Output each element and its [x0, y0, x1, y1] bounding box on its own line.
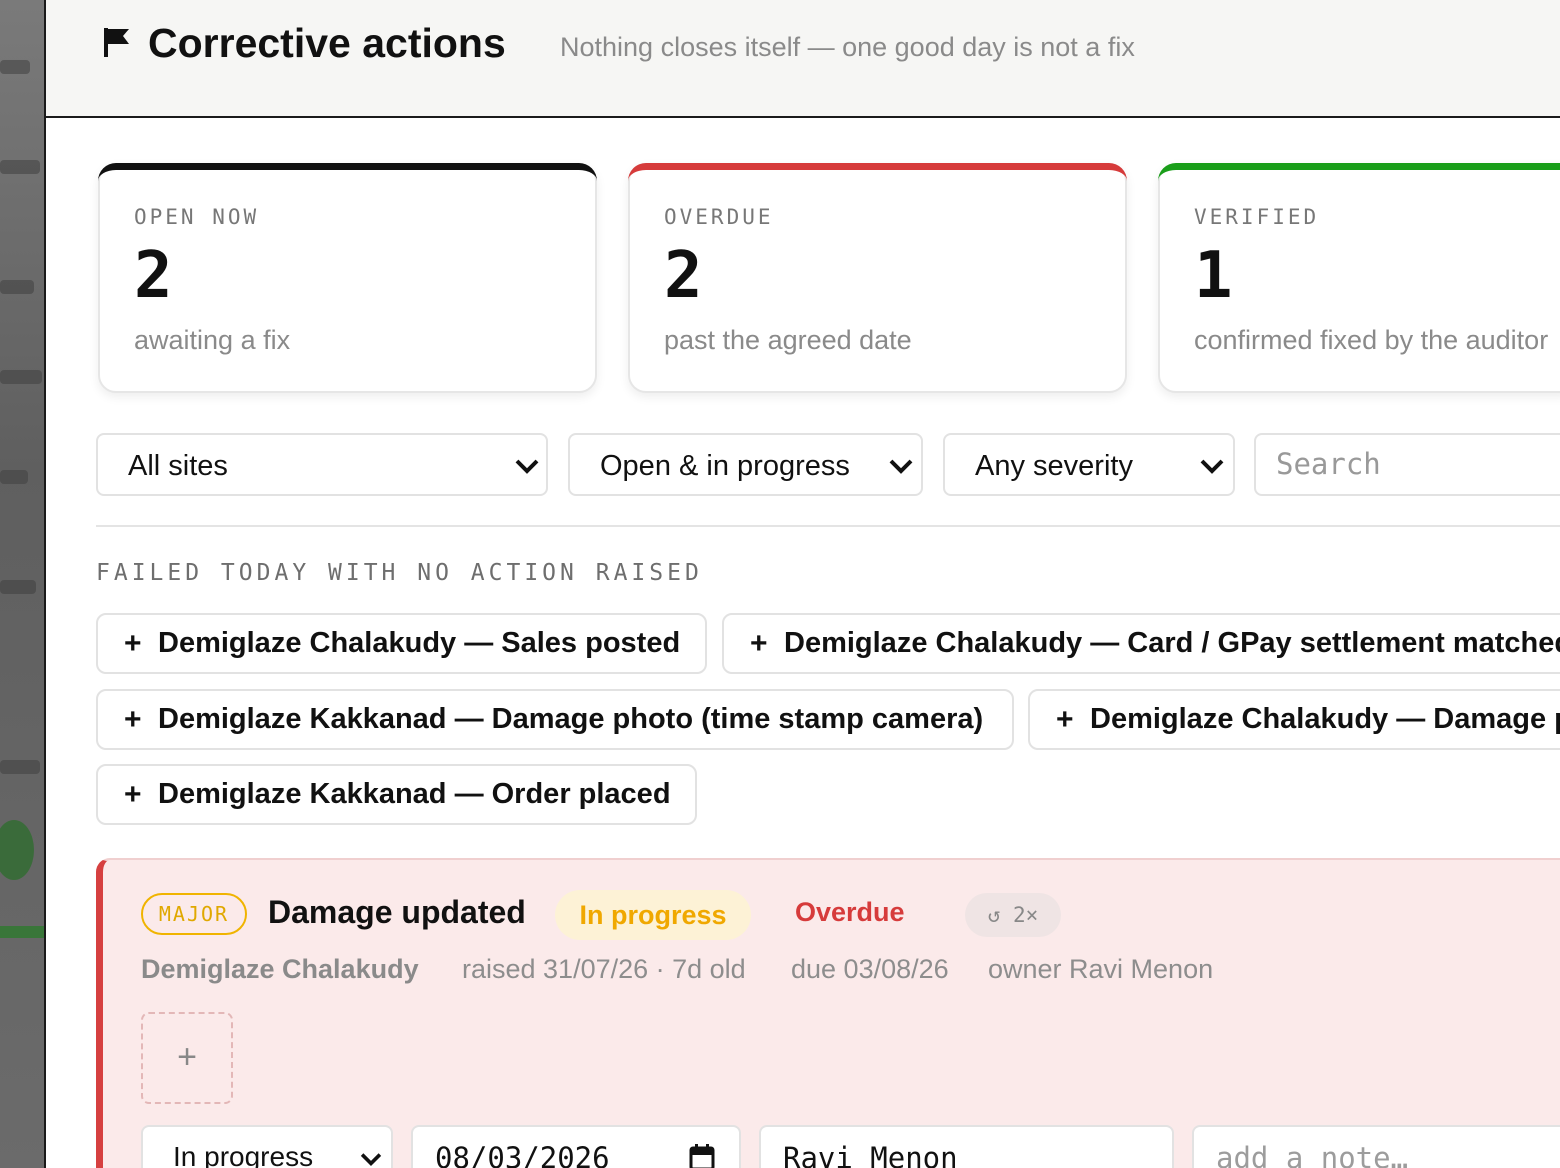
- corrective-action-card: MAJOR Damage updated In progress Overdue…: [96, 858, 1560, 1168]
- status-badge: In progress: [555, 890, 751, 940]
- chip-label: Demiglaze Kakkanad — Damage photo (time …: [158, 703, 984, 735]
- action-title: Damage updated: [268, 894, 526, 930]
- severity-filter-select[interactable]: Any severity: [943, 433, 1235, 496]
- page-subtitle: Nothing closes itself — one good day is …: [560, 32, 1135, 62]
- background-bar: [0, 580, 36, 594]
- raise-action-chip[interactable]: + Demiglaze Chalakudy — Sales posted: [96, 613, 707, 674]
- card-value: 2: [134, 239, 173, 313]
- background-bar: [0, 370, 42, 384]
- card-label: OVERDUE: [664, 205, 774, 229]
- raise-action-chip[interactable]: + Demiglaze Chalakudy — Damage photo (ti…: [1028, 689, 1560, 750]
- plus-icon: +: [124, 703, 142, 736]
- background-status-dot: [0, 820, 34, 880]
- card-caption: awaiting a fix: [134, 325, 291, 355]
- flag-icon: [104, 28, 129, 57]
- chip-label: Demiglaze Chalakudy — Sales posted: [158, 627, 681, 659]
- note-input[interactable]: add a note…: [1192, 1125, 1560, 1168]
- repeat-count-badge: ↺ 2×: [965, 893, 1061, 937]
- search-input[interactable]: Search: [1254, 433, 1560, 496]
- status-filter-select[interactable]: Open & in progress: [568, 433, 923, 496]
- plus-icon: +: [124, 627, 142, 660]
- status-select[interactable]: In progress: [141, 1125, 393, 1168]
- chip-label: Demiglaze Chalakudy — Card / GPay settle…: [784, 627, 1560, 659]
- page-title: Corrective actions: [148, 20, 506, 66]
- site-filter-value: All sites: [128, 450, 228, 482]
- summary-card-verified: VERIFIED 1 confirmed fixed by the audito…: [1158, 163, 1560, 393]
- chevron-down-icon: [360, 1153, 382, 1166]
- raise-action-chip[interactable]: + Demiglaze Chalakudy — Card / GPay sett…: [722, 613, 1560, 674]
- action-raised-date: raised 31/07/26 · 7d old: [462, 954, 746, 984]
- chevron-down-icon: [1200, 459, 1224, 474]
- action-due-date: due 03/08/26: [791, 954, 949, 984]
- background-bar: [0, 60, 30, 74]
- action-site: Demiglaze Chalakudy: [141, 954, 419, 984]
- card-caption: confirmed fixed by the auditor: [1194, 325, 1549, 355]
- site-filter-select[interactable]: All sites: [96, 433, 548, 496]
- background-bar: [0, 760, 40, 774]
- raise-action-chip[interactable]: + Demiglaze Kakkanad — Damage photo (tim…: [96, 689, 1014, 750]
- background-bar: [0, 160, 40, 174]
- corrective-actions-panel: Corrective actions Nothing closes itself…: [44, 0, 1560, 1168]
- chip-label: Demiglaze Kakkanad — Order placed: [158, 778, 671, 810]
- add-photo-button[interactable]: +: [141, 1012, 233, 1104]
- chevron-down-icon: [889, 459, 913, 474]
- card-label: OPEN NOW: [134, 205, 260, 229]
- owner-input-value: Ravi Menon: [783, 1141, 958, 1168]
- chevron-down-icon: [515, 459, 539, 474]
- plus-icon: +: [124, 778, 142, 811]
- calendar-icon: [689, 1144, 715, 1168]
- card-caption: past the agreed date: [664, 325, 912, 355]
- summary-card-open: OPEN NOW 2 awaiting a fix: [98, 163, 597, 393]
- background-progress-line: [0, 926, 46, 938]
- failed-section-heading: FAILED TODAY WITH NO ACTION RAISED: [96, 560, 703, 586]
- card-label: VERIFIED: [1194, 205, 1320, 229]
- card-value: 2: [664, 239, 703, 313]
- plus-icon: +: [750, 627, 768, 660]
- note-placeholder: add a note…: [1216, 1141, 1409, 1168]
- severity-badge: MAJOR: [141, 893, 247, 935]
- chip-label: Demiglaze Chalakudy — Damage photo (time…: [1090, 703, 1560, 735]
- summary-card-overdue: OVERDUE 2 past the agreed date: [628, 163, 1127, 393]
- background-app: [0, 0, 46, 1168]
- severity-filter-value: Any severity: [975, 450, 1133, 482]
- page-header: Corrective actions Nothing closes itself…: [46, 0, 1560, 118]
- overdue-flag: Overdue: [795, 897, 905, 927]
- background-bar: [0, 470, 28, 484]
- plus-icon: +: [1056, 703, 1074, 736]
- due-date-value: 08/03/2026: [435, 1141, 610, 1168]
- action-owner: owner Ravi Menon: [988, 954, 1214, 984]
- divider: [96, 525, 1560, 527]
- due-date-input[interactable]: 08/03/2026: [411, 1125, 741, 1168]
- status-filter-value: Open & in progress: [600, 450, 850, 482]
- background-bar: [0, 280, 34, 294]
- owner-input[interactable]: Ravi Menon: [759, 1125, 1174, 1168]
- status-select-value: In progress: [173, 1141, 314, 1168]
- raise-action-chip[interactable]: + Demiglaze Kakkanad — Order placed: [96, 764, 697, 825]
- card-value: 1: [1194, 239, 1233, 313]
